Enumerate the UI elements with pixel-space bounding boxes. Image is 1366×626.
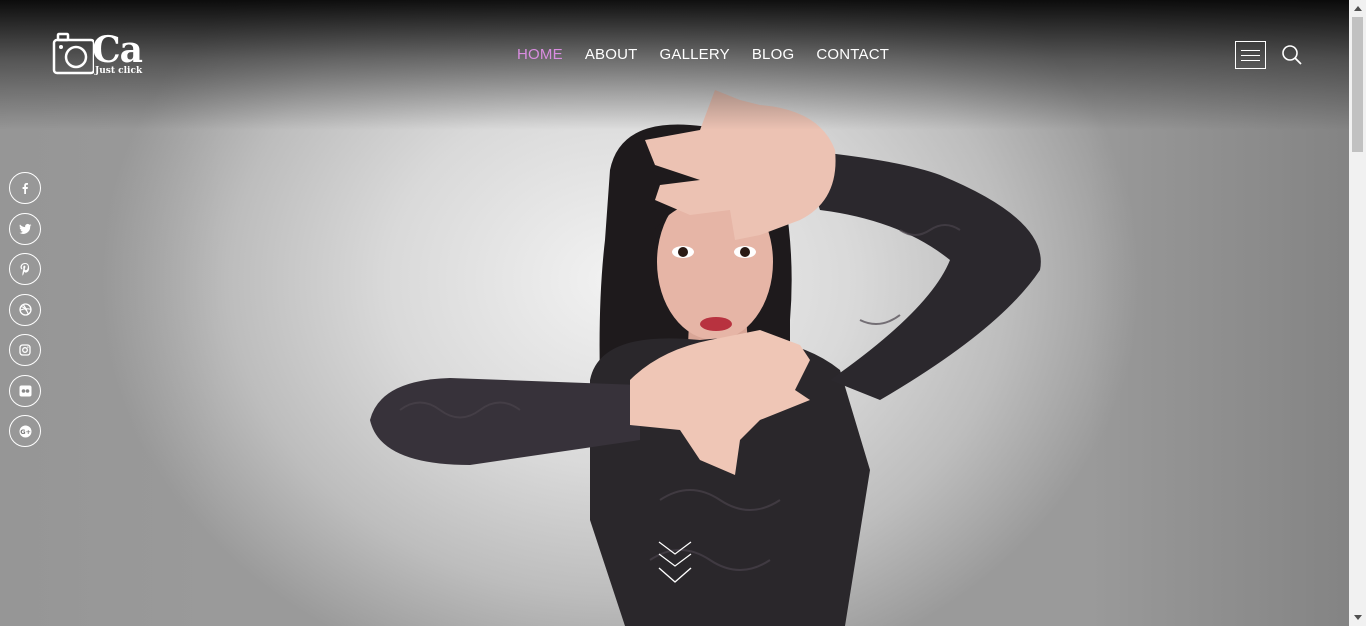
svg-text:G+: G+ [20, 428, 31, 436]
google-plus-icon[interactable]: G+ [9, 415, 41, 447]
pinterest-icon[interactable] [9, 253, 41, 285]
twitter-icon[interactable] [9, 212, 41, 245]
nav-about[interactable]: ABOUT [585, 46, 638, 64]
nav-gallery[interactable]: GALLERY [660, 46, 730, 64]
instagram-icon[interactable] [9, 334, 41, 366]
header-shade [0, 0, 1349, 130]
page-scrollbar[interactable] [1349, 0, 1366, 626]
scroll-up-arrow-icon[interactable] [1349, 0, 1366, 17]
scrollbar-thumb[interactable] [1352, 17, 1363, 152]
search-icon[interactable] [1281, 44, 1303, 66]
camera-icon [52, 32, 94, 75]
chevron-down-icon[interactable] [657, 540, 693, 588]
flickr-icon[interactable] [9, 374, 41, 407]
logo-tagline: Just click [95, 66, 143, 76]
nav-contact[interactable]: CONTACT [816, 46, 889, 64]
hamburger-menu-icon[interactable] [1235, 41, 1266, 69]
social-links: G+ [9, 172, 41, 456]
dribbble-icon[interactable] [9, 293, 41, 326]
main-nav: HOME ABOUT GALLERY BLOG CONTACT [517, 46, 911, 64]
logo-mark: Ca [92, 29, 143, 71]
hero-section: Ca Just click HOME ABOUT GALLERY BLOG CO… [0, 0, 1349, 626]
scroll-down-arrow-icon[interactable] [1349, 609, 1366, 626]
facebook-icon[interactable] [9, 172, 41, 204]
nav-home[interactable]: HOME [517, 46, 563, 64]
site-logo[interactable]: Ca Just click [52, 30, 152, 78]
nav-blog[interactable]: BLOG [752, 46, 794, 64]
